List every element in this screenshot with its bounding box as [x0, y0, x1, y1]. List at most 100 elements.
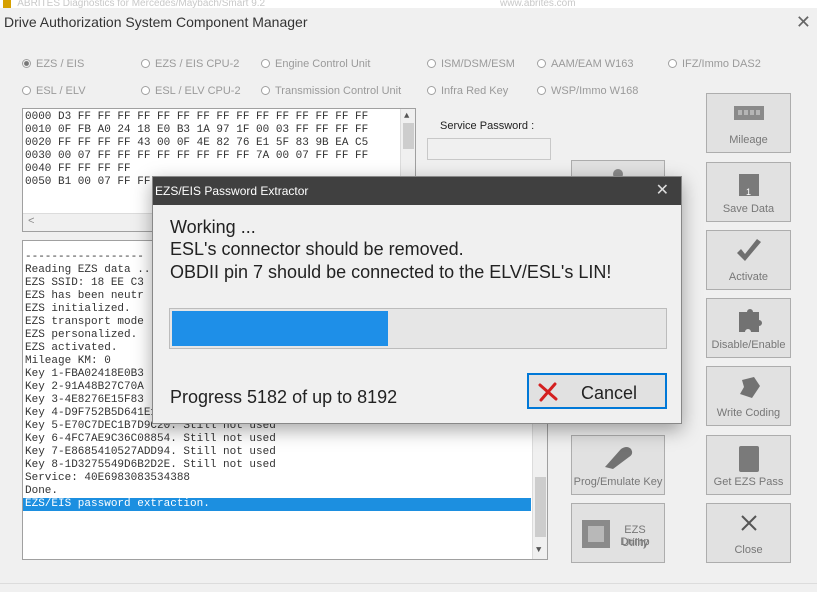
radio-label: Transmission Control Unit: [275, 85, 402, 97]
radio-ism-dsm-esm[interactable]: ISM/DSM/ESM: [427, 56, 515, 72]
hex-line: 0030 00 07 FF FF FF FF FF FF FF FF 7A 00…: [25, 150, 369, 162]
radio-label: WSP/Immo W168: [551, 85, 639, 97]
chip-digit: 1: [745, 187, 751, 197]
log-line: Key 3-4E8276E15F83: [25, 394, 144, 406]
scroll-left-arrow-icon[interactable]: <: [28, 216, 35, 228]
radio-label: Infra Red Key: [441, 85, 509, 97]
log-line: Done.: [25, 485, 59, 497]
log-line: Key 1-FBA02418E0B3: [25, 368, 144, 380]
radio-transmission-control-unit[interactable]: Transmission Control Unit: [261, 83, 401, 99]
progress-text: Progress 5182 of up to 8192: [170, 387, 398, 407]
disable-enable-button[interactable]: Disable/Enable: [706, 298, 791, 358]
log-scroll-thumb[interactable]: [535, 477, 546, 537]
radio-esl-elv[interactable]: ESL / ELV: [22, 83, 86, 99]
log-line: Mileage KM: 0: [25, 355, 111, 367]
radio-aam-eam-w163[interactable]: AAM/EAM W163: [537, 56, 634, 72]
dialog-message-line-1: ESL's connector should be removed.: [170, 239, 464, 259]
radio-icon: [537, 86, 546, 95]
background-url-text: www.abrites.com: [500, 0, 576, 8]
mileage-label: Mileage: [729, 134, 768, 146]
scroll-up-arrow-icon[interactable]: ▲: [404, 111, 409, 121]
hand-write-icon: [739, 377, 760, 398]
radio-icon: [537, 59, 546, 68]
car-key-icon: [605, 447, 633, 469]
activate-button[interactable]: Activate: [706, 230, 791, 290]
cancel-button[interactable]: Cancel: [527, 373, 667, 409]
log-line-selected[interactable]: EZS/EIS password extraction.: [23, 498, 531, 511]
radio-label: EZS / EIS: [36, 58, 85, 70]
save-data-label: Save Data: [722, 203, 775, 215]
checkmark-icon: [736, 239, 761, 261]
radio-ezs-eis[interactable]: EZS / EIS: [22, 56, 84, 72]
radio-icon: [668, 59, 677, 68]
radio-icon: [141, 86, 150, 95]
disable-enable-label: Disable/Enable: [711, 339, 786, 351]
radio-icon: [427, 59, 436, 68]
service-password-field[interactable]: [427, 138, 551, 160]
service-password-label: Service Password :: [440, 120, 535, 132]
radio-label: ESL / ELV CPU-2: [155, 85, 241, 97]
dialog-titlebar: EZS/EIS Password Extractor ✕: [153, 177, 681, 205]
app-logo-icon: [3, 0, 11, 8]
window-close-icon[interactable]: ✕: [796, 10, 811, 34]
radio-label: EZS / EIS CPU-2: [155, 58, 240, 70]
progress-bar: [169, 308, 667, 349]
puzzle-icon: [738, 309, 762, 332]
hex-line: 0020 FF FF FF FF 43 00 0F 4E 82 76 E1 5F…: [25, 137, 369, 149]
radio-icon: [427, 86, 436, 95]
radio-icon: [22, 86, 31, 95]
save-data-button[interactable]: 1 Save Data: [706, 162, 791, 222]
log-line: Key 7-E8685410527ADD94. Still not used: [25, 446, 276, 458]
radio-label: AAM/EAM W163: [551, 58, 634, 70]
radio-icon: [261, 59, 270, 68]
radio-esl-elv-cpu2[interactable]: ESL / ELV CPU-2: [141, 83, 241, 99]
log-line: ------------------: [25, 251, 144, 263]
dialog-close-icon[interactable]: ✕: [656, 177, 669, 205]
log-line: EZS SSID: 18 EE C3: [25, 277, 144, 289]
radio-label: Engine Control Unit: [275, 58, 371, 70]
radio-icon: [141, 59, 150, 68]
radio-icon: [261, 86, 270, 95]
radio-selected-icon: [22, 59, 31, 68]
window-title: Drive Authorization System Component Man…: [4, 14, 308, 30]
log-line: Key 6-4FC7AE9C36C08854. Still not used: [25, 433, 276, 445]
background-title-text: ABRITES Diagnostics for Mercedes/Maybach…: [17, 0, 266, 8]
radio-ifz-immo-das2[interactable]: IFZ/Immo DAS2: [668, 56, 761, 72]
log-line: EZS activated.: [25, 342, 118, 354]
log-line: Reading EZS data ...: [25, 264, 158, 276]
prog-emulate-key-label: Prog/Emulate Key: [573, 476, 663, 488]
hex-scroll-thumb[interactable]: [403, 123, 414, 149]
radio-label: ISM/DSM/ESM: [441, 58, 515, 70]
mileage-button[interactable]: Mileage: [706, 93, 791, 153]
hex-line: 0010 0F FB A0 24 18 E0 B3 1A 97 1F 00 03…: [25, 124, 369, 136]
scroll-down-arrow-icon[interactable]: ▼: [536, 545, 541, 555]
radio-ezs-eis-cpu2[interactable]: EZS / EIS CPU-2: [141, 56, 239, 72]
hex-line: 0050 B1 00 07 FF FF: [25, 176, 151, 188]
dialog-message-line-2: OBDII pin 7 should be connected to the E…: [170, 262, 612, 282]
dialog-status-text: Working ...: [170, 217, 256, 237]
log-line: Key 8-1D3275549D6B2D2E. Still not used: [25, 459, 276, 471]
activate-label: Activate: [728, 271, 769, 283]
prog-emulate-key-button[interactable]: Prog/Emulate Key: [571, 435, 665, 495]
dialog-title: EZS/EIS Password Extractor: [155, 184, 309, 198]
background-window-title: ABRITES Diagnostics for Mercedes/Maybach…: [0, 0, 817, 8]
ezs-dump-label-2: Utility: [621, 537, 649, 549]
log-line: EZS initialized.: [25, 303, 131, 315]
log-line: Service: 40E6983083534388: [25, 472, 191, 484]
get-ezs-pass-label: Get EZS Pass: [713, 476, 784, 488]
write-coding-button[interactable]: Write Coding: [706, 366, 791, 426]
radio-wsp-immo-w168[interactable]: WSP/Immo W168: [537, 83, 638, 99]
log-line: Key 2-91A48B27C70A: [25, 381, 144, 393]
get-ezs-pass-button[interactable]: Get EZS Pass: [706, 435, 791, 495]
radio-infra-red-key[interactable]: Infra Red Key: [427, 83, 508, 99]
radio-engine-control-unit[interactable]: Engine Control Unit: [261, 56, 370, 72]
ezs-dump-utility-button[interactable]: EZS Dump Utility: [571, 503, 665, 563]
close-button[interactable]: Close: [706, 503, 791, 563]
hex-line: 0000 D3 FF FF FF FF FF FF FF FF FF FF FF…: [25, 111, 369, 123]
chip-board-icon: [582, 520, 610, 548]
close-x-icon: [740, 515, 757, 531]
window-titlebar: Drive Authorization System Component Man…: [0, 10, 817, 40]
hex-line: 0040 FF FF FF FF: [25, 163, 131, 175]
odometer-icon: [733, 106, 764, 120]
password-extractor-dialog: EZS/EIS Password Extractor ✕ Working ...…: [152, 176, 682, 424]
